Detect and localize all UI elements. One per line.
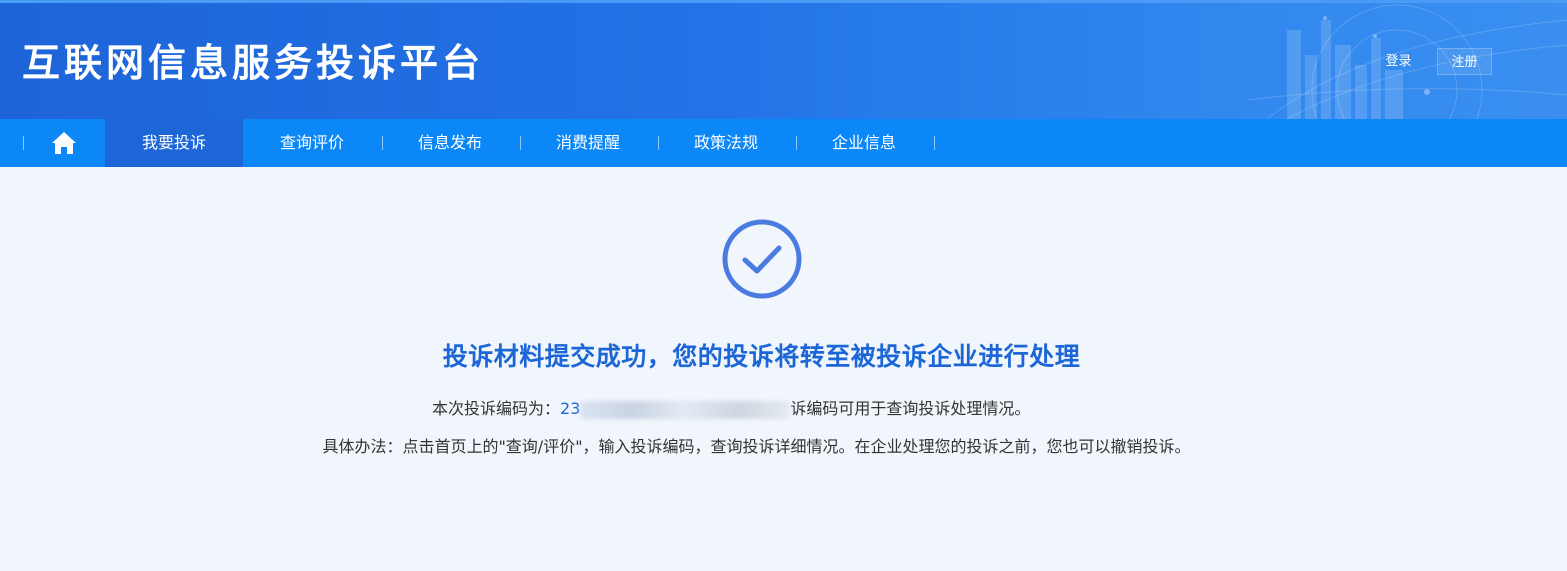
site-title: 互联网信息服务投诉平台: [22, 41, 485, 85]
nav-item-complaint[interactable]: 我要投诉: [105, 119, 243, 167]
code-suffix: 诉编码可用于查询投诉处理情况。: [790, 399, 1031, 418]
method-instructions: 具体办法：点击首页上的"查询/评价"，输入投诉编码，查询投诉详细情况。在企业处理…: [322, 437, 1191, 456]
redacted-code: [580, 400, 791, 419]
complaint-code: 23: [560, 399, 581, 418]
header-banner: 互联网信息服务投诉平台 登录 注册: [0, 0, 1567, 119]
nav-item-policy[interactable]: 政策法规: [657, 119, 795, 167]
register-button[interactable]: 注册: [1437, 48, 1492, 75]
success-message: 投诉材料提交成功，您的投诉将转至被投诉企业进行处理: [442, 342, 1081, 371]
nav-item-query[interactable]: 查询评价: [243, 119, 381, 167]
nav-item-companies[interactable]: 企业信息: [795, 119, 933, 167]
nav-separator: [934, 136, 935, 150]
main-nav: 我要投诉 查询评价 信息发布 消费提醒 政策法规 企业信息: [0, 119, 1567, 167]
nav-item-news[interactable]: 信息发布: [381, 119, 519, 167]
nav-home-button[interactable]: [40, 129, 88, 157]
code-prefix: 本次投诉编码为：: [432, 399, 561, 418]
check-circle-icon: [722, 219, 802, 299]
home-icon: [52, 132, 76, 154]
complaint-code-line: 本次投诉编码为：23 诉编码可用于查询投诉处理情况。: [432, 397, 1030, 421]
login-button[interactable]: 登录: [1371, 48, 1426, 75]
nav-item-alerts[interactable]: 消费提醒: [519, 119, 657, 167]
nav-separator: [23, 136, 24, 150]
